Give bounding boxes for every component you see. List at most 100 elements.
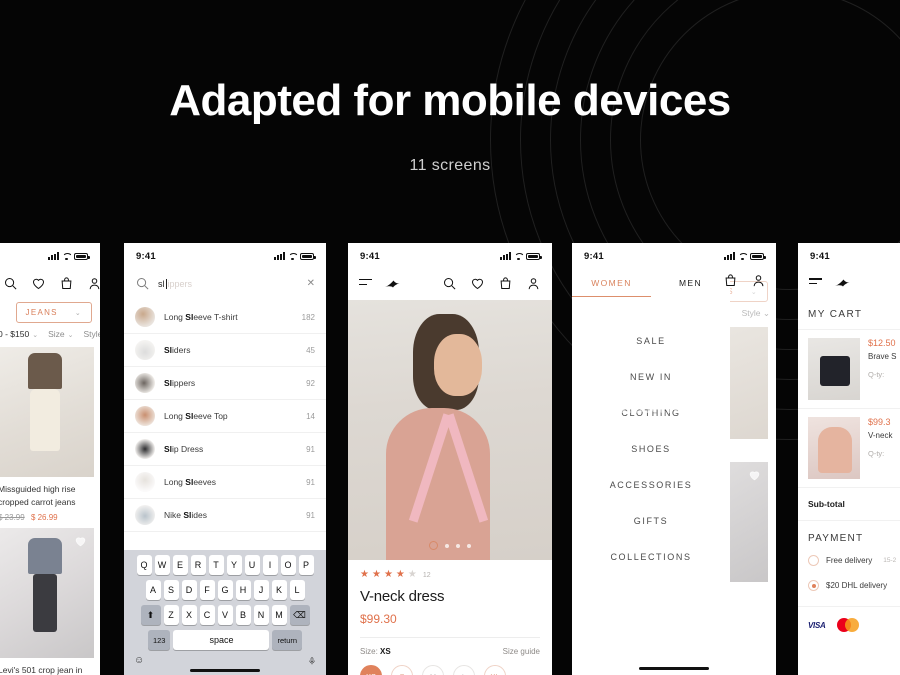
size-option-xl[interactable]: XL bbox=[484, 665, 506, 675]
size-guide-link[interactable]: Size guide bbox=[503, 647, 540, 656]
product-hero-image[interactable] bbox=[348, 300, 552, 560]
brand-logo-icon[interactable] bbox=[383, 277, 403, 291]
emoji-icon[interactable]: ☺ bbox=[134, 655, 144, 667]
radio-icon[interactable] bbox=[808, 555, 819, 566]
product-image bbox=[0, 347, 94, 477]
key-i[interactable]: I bbox=[262, 555, 278, 575]
key-p[interactable]: P bbox=[298, 555, 314, 575]
key-n[interactable]: N bbox=[253, 605, 269, 625]
product-card[interactable]: Missguided high rise cropped carrot jean… bbox=[0, 347, 100, 528]
menu-tabs[interactable]: WOMEN MEN bbox=[572, 269, 730, 297]
key-y[interactable]: Y bbox=[226, 555, 242, 575]
carousel-dot[interactable] bbox=[456, 543, 460, 548]
menu-item-accessories[interactable]: ACCESSORIES bbox=[572, 467, 730, 503]
heart-icon[interactable] bbox=[470, 276, 485, 291]
on-screen-keyboard[interactable]: Q W E R T Y U I O P A S D F G H J K L ⬆ … bbox=[124, 550, 326, 675]
list-item[interactable]: Long Sleeve Top 14 bbox=[124, 400, 326, 433]
user-icon[interactable] bbox=[526, 276, 541, 291]
carousel-dot-active[interactable] bbox=[429, 541, 438, 550]
key-v[interactable]: V bbox=[217, 605, 233, 625]
filter-style[interactable]: Style⌄ bbox=[84, 329, 101, 339]
delivery-option-dhl[interactable]: $20 DHL delivery bbox=[798, 573, 900, 598]
menu-item-gifts[interactable]: GIFTS bbox=[572, 503, 730, 539]
user-icon[interactable] bbox=[87, 276, 100, 291]
menu-item-shoes[interactable]: SHOES bbox=[572, 431, 730, 467]
bag-icon[interactable] bbox=[59, 276, 74, 291]
key-g[interactable]: G bbox=[217, 580, 233, 600]
user-icon[interactable] bbox=[751, 273, 766, 288]
search-icon[interactable] bbox=[442, 276, 457, 291]
filter-size[interactable]: Size ⌄ bbox=[48, 329, 73, 339]
key-q[interactable]: Q bbox=[136, 555, 152, 575]
key-t[interactable]: T bbox=[208, 555, 224, 575]
list-item[interactable]: Nike Slides 91 bbox=[124, 499, 326, 532]
key-l[interactable]: L bbox=[289, 580, 305, 600]
menu-item-sale[interactable]: SALE bbox=[572, 323, 730, 359]
search-icon[interactable] bbox=[3, 276, 18, 291]
carousel-dot[interactable] bbox=[445, 543, 449, 548]
backspace-key[interactable]: ⌫ bbox=[289, 605, 310, 625]
key-u[interactable]: U bbox=[244, 555, 260, 575]
star-icon: ★ bbox=[395, 569, 405, 580]
space-key[interactable]: space bbox=[173, 630, 270, 650]
carousel-dots[interactable] bbox=[348, 541, 552, 550]
list-item[interactable]: Slip Dress 91 bbox=[124, 433, 326, 466]
size-option-m[interactable]: M bbox=[422, 665, 444, 675]
hamburger-icon[interactable] bbox=[359, 278, 372, 289]
visa-icon[interactable]: VISA bbox=[808, 621, 826, 630]
microphone-icon[interactable] bbox=[308, 655, 316, 667]
search-suggestion-ghost: ippers bbox=[167, 278, 193, 289]
list-item[interactable]: Slippers 92 bbox=[124, 367, 326, 400]
key-j[interactable]: J bbox=[253, 580, 269, 600]
key-c[interactable]: C bbox=[199, 605, 215, 625]
key-m[interactable]: M bbox=[271, 605, 287, 625]
search-bar[interactable]: sl ippers ✕ bbox=[124, 269, 326, 301]
list-item[interactable]: Long Sleeve T-shirt 182 bbox=[124, 301, 326, 334]
product-card[interactable]: Levi's 501 crop jean in washed black bbox=[0, 527, 100, 675]
key-s[interactable]: S bbox=[163, 580, 179, 600]
return-key[interactable]: return bbox=[272, 630, 303, 650]
radio-icon-selected[interactable] bbox=[808, 580, 819, 591]
mastercard-icon[interactable] bbox=[837, 618, 860, 632]
key-a[interactable]: A bbox=[145, 580, 161, 600]
size-option-s[interactable]: S bbox=[391, 665, 413, 675]
cart-item[interactable]: $12.50 Brave S Q-ty: bbox=[798, 329, 900, 408]
numbers-key[interactable]: 123 bbox=[147, 630, 171, 650]
tab-women[interactable]: WOMEN bbox=[572, 269, 651, 297]
size-option-l[interactable]: L bbox=[453, 665, 475, 675]
key-b[interactable]: B bbox=[235, 605, 251, 625]
key-z[interactable]: Z bbox=[163, 605, 179, 625]
shift-key[interactable]: ⬆ bbox=[140, 605, 161, 625]
key-h[interactable]: H bbox=[235, 580, 251, 600]
list-item[interactable]: Sliders 45 bbox=[124, 334, 326, 367]
delivery-option-label: $20 DHL delivery bbox=[826, 581, 888, 590]
carousel-dot[interactable] bbox=[467, 543, 471, 548]
clear-search-icon[interactable]: ✕ bbox=[307, 278, 315, 289]
hamburger-icon[interactable] bbox=[809, 278, 822, 288]
size-option-xs[interactable]: XS bbox=[360, 665, 382, 675]
list-item[interactable]: Long Sleeves 91 bbox=[124, 466, 326, 499]
key-r[interactable]: R bbox=[190, 555, 206, 575]
delivery-option-free[interactable]: Free delivery 15-2 bbox=[798, 548, 900, 573]
heart-icon[interactable] bbox=[74, 535, 87, 548]
key-o[interactable]: O bbox=[280, 555, 296, 575]
menu-item-new-in[interactable]: NEW IN bbox=[572, 359, 730, 395]
key-e[interactable]: E bbox=[172, 555, 188, 575]
key-d[interactable]: D bbox=[181, 580, 197, 600]
cart-item[interactable]: $99.3 V-neck Q-ty: bbox=[798, 408, 900, 487]
search-input[interactable]: sl ippers bbox=[158, 278, 299, 289]
tab-men[interactable]: MEN bbox=[651, 269, 730, 297]
bag-icon[interactable] bbox=[498, 276, 513, 291]
category-chip-jeans[interactable]: JEANS ⌄ bbox=[15, 302, 92, 323]
heart-icon[interactable] bbox=[31, 276, 46, 291]
bag-icon[interactable] bbox=[723, 273, 738, 288]
key-w[interactable]: W bbox=[154, 555, 170, 575]
filter-price[interactable]: 0 - $150 ⌄ bbox=[0, 329, 38, 339]
size-selector[interactable]: XS S M L XL bbox=[360, 665, 540, 675]
key-f[interactable]: F bbox=[199, 580, 215, 600]
key-x[interactable]: X bbox=[181, 605, 197, 625]
key-k[interactable]: K bbox=[271, 580, 287, 600]
brand-logo-icon[interactable] bbox=[833, 276, 853, 290]
product-info: ★ ★ ★ ★ ★ 12 V-neck dress $99.30 Size: X… bbox=[348, 560, 552, 675]
menu-item-collections[interactable]: COLLECTIONS bbox=[572, 539, 730, 575]
